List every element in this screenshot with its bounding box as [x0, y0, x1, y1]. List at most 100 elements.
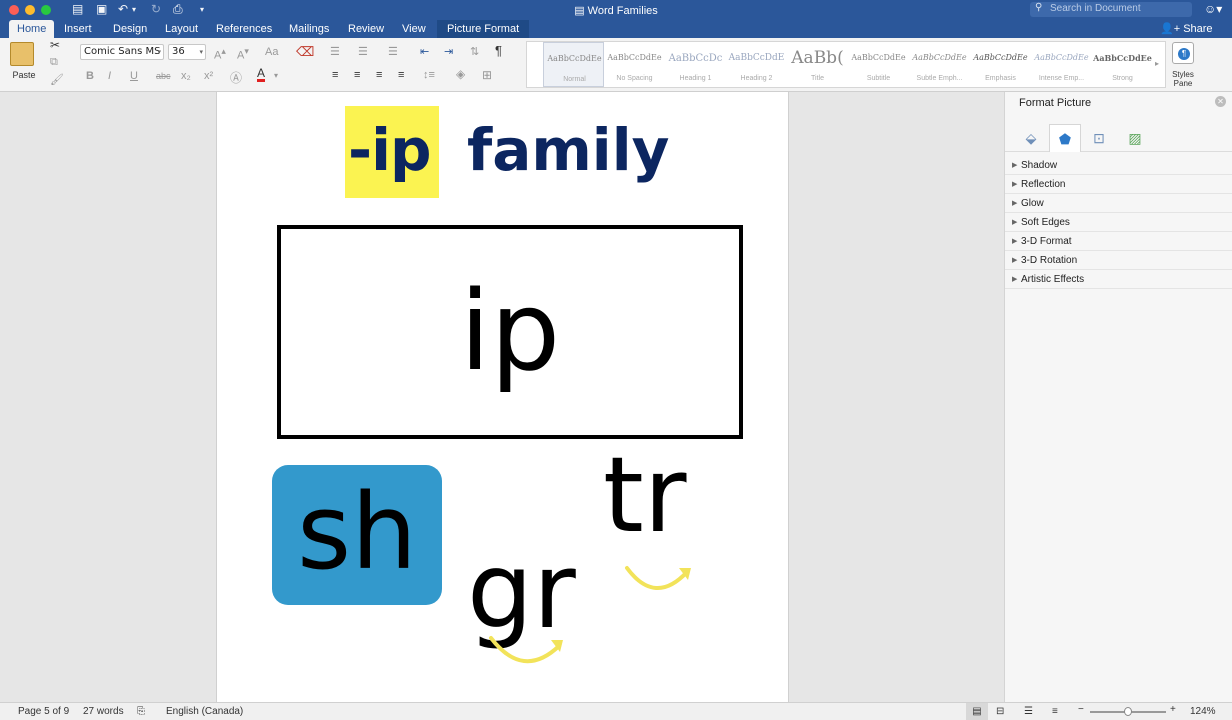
numbering-icon[interactable]: ☰ [358, 45, 368, 58]
tab-view[interactable]: View [394, 20, 434, 38]
italic-icon[interactable]: I [108, 70, 111, 82]
picture-icon[interactable]: ▨ [1119, 124, 1151, 152]
align-left-icon[interactable]: ≡ [332, 69, 338, 81]
undo-dropdown-icon[interactable]: ▾ [132, 5, 136, 14]
shading-icon[interactable]: ◈ [456, 67, 465, 81]
close-window-button[interactable] [9, 5, 19, 15]
blend-text-sh: sh [296, 471, 418, 593]
shrink-font-icon[interactable]: A▾ [237, 46, 249, 62]
style-heading-2[interactable]: AaBbCcDdE Heading 2 [726, 42, 787, 87]
title-highlight-text: -ip [348, 116, 431, 184]
blend-picture-sh[interactable]: sh [272, 465, 442, 605]
tab-review[interactable]: Review [340, 20, 392, 38]
section-artistic-effects[interactable]: ▶ Artistic Effects [1005, 270, 1232, 289]
section-3d-format[interactable]: ▶ 3-D Format [1005, 232, 1232, 251]
section-glow[interactable]: ▶ Glow [1005, 194, 1232, 213]
style-heading-1[interactable]: AaBbCcDc Heading 1 [665, 42, 726, 87]
account-icon[interactable]: ☺▾ [1204, 2, 1224, 17]
align-right-icon[interactable]: ≡ [376, 69, 382, 81]
document-page[interactable]: -ip family ip sh tr gr [216, 92, 789, 702]
zoom-level[interactable]: 124% [1190, 706, 1216, 717]
minimize-window-button[interactable] [25, 5, 35, 15]
increase-indent-icon[interactable]: ⇥ [444, 45, 453, 58]
layout-properties-icon[interactable]: ⊡ [1083, 124, 1115, 152]
outline-view-icon[interactable]: ☰ [1024, 706, 1033, 717]
style-strong[interactable]: AaBbCcDdEe Strong [1092, 42, 1153, 87]
share-button[interactable]: 👤+ Share [1160, 20, 1213, 38]
change-case-icon[interactable]: Aa [265, 46, 278, 58]
subscript-icon[interactable]: x₂ [181, 70, 191, 82]
styles-gallery[interactable]: AaBbCcDdEe Normal AaBbCcDdEe No Spacing … [526, 41, 1166, 88]
tab-picture-format[interactable]: Picture Format [437, 20, 530, 38]
font-color-icon[interactable]: A [257, 67, 266, 82]
tab-mailings[interactable]: Mailings [281, 20, 337, 38]
styles-pane-icon[interactable]: ¶ [1172, 42, 1194, 64]
sort-icon[interactable]: ⇅ [470, 45, 479, 58]
tab-design[interactable]: Design [105, 20, 155, 38]
redo-icon[interactable]: ↻ [151, 2, 161, 16]
decrease-indent-icon[interactable]: ⇤ [420, 45, 429, 58]
style-emphasis[interactable]: AaBbCcDdEe Emphasis [970, 42, 1031, 87]
bullets-icon[interactable]: ☰ [330, 45, 340, 58]
save-icon[interactable]: ▣ [96, 2, 107, 16]
print-icon[interactable]: ⎙ [173, 2, 183, 17]
style-intense-emphasis[interactable]: AaBbCcDdEe Intense Emp... [1031, 42, 1092, 87]
format-painter-icon[interactable]: 🖌 [50, 73, 64, 86]
effects-icon[interactable]: ⬟ [1049, 124, 1081, 152]
copy-icon[interactable]: ⧉ [50, 56, 58, 69]
strikethrough-icon[interactable]: abc [156, 71, 171, 81]
paste-button[interactable]: Paste [8, 70, 40, 80]
align-center-icon[interactable]: ≡ [354, 69, 360, 81]
font-name-select[interactable]: Comic Sans MS ▾ [80, 44, 164, 60]
section-soft-edges[interactable]: ▶ Soft Edges [1005, 213, 1232, 232]
fill-line-icon[interactable]: ⬙ [1015, 124, 1047, 152]
sidebar-toggle-icon[interactable]: ▤ [72, 2, 83, 16]
chevron-down-icon[interactable]: ▾ [274, 71, 278, 80]
show-formatting-icon[interactable]: ¶ [495, 43, 502, 58]
superscript-icon[interactable]: x² [204, 70, 213, 82]
text-effects-icon[interactable]: Ⓐ [230, 69, 242, 86]
zoom-in-icon[interactable]: + [1170, 704, 1176, 715]
style-no-spacing[interactable]: AaBbCcDdEe No Spacing [604, 42, 665, 87]
draft-view-icon[interactable]: ≡ [1052, 706, 1058, 717]
style-subtitle[interactable]: AaBbCcDdEe Subtitle [848, 42, 909, 87]
bold-icon[interactable]: B [86, 70, 94, 82]
customize-toolbar-icon[interactable]: ▾ [200, 5, 204, 14]
web-layout-icon[interactable]: ⊟ [996, 706, 1004, 717]
section-3d-rotation[interactable]: ▶ 3-D Rotation [1005, 251, 1232, 270]
tab-home[interactable]: Home [9, 20, 55, 38]
tab-layout[interactable]: Layout [157, 20, 206, 38]
print-layout-icon[interactable]: ▤ [966, 703, 988, 720]
clipboard-icon[interactable] [10, 42, 34, 66]
tab-insert[interactable]: Insert [56, 20, 100, 38]
section-shadow[interactable]: ▶ Shadow [1005, 156, 1232, 175]
blend-text-tr[interactable]: tr [603, 434, 687, 556]
zoom-window-button[interactable] [41, 5, 51, 15]
cut-icon[interactable]: ✂ [50, 38, 60, 52]
styles-pane-button[interactable]: Styles Pane [1164, 70, 1202, 88]
section-reflection[interactable]: ▶ Reflection [1005, 175, 1232, 194]
word-count[interactable]: 27 words [83, 706, 124, 717]
zoom-out-icon[interactable]: − [1078, 704, 1084, 715]
close-icon[interactable]: ✕ [1215, 96, 1226, 107]
style-subtle-emphasis[interactable]: AaBbCcDdEe Subtle Emph... [909, 42, 970, 87]
page-indicator[interactable]: Page 5 of 9 [18, 706, 69, 717]
proofing-icon[interactable]: ⎘ [137, 706, 145, 717]
multilevel-list-icon[interactable]: ☰ [388, 45, 398, 58]
search-input[interactable]: ⚲ Search in Document [1030, 2, 1192, 17]
gallery-more-icon[interactable]: ▸ [1155, 59, 1159, 68]
tab-references[interactable]: References [208, 20, 280, 38]
word-ending-box[interactable]: ip [277, 225, 743, 439]
style-normal[interactable]: AaBbCcDdEe Normal [543, 42, 604, 87]
zoom-slider-thumb[interactable] [1124, 707, 1132, 716]
line-spacing-icon[interactable]: ↕≡ [423, 69, 435, 81]
underline-icon[interactable]: U [130, 70, 138, 82]
undo-icon[interactable]: ↶ [118, 2, 128, 16]
font-size-select[interactable]: 36 ▾ [168, 44, 206, 60]
clear-formatting-icon[interactable]: ⌫ [296, 44, 314, 60]
grow-font-icon[interactable]: A▴ [214, 46, 226, 62]
justify-icon[interactable]: ≡ [398, 69, 404, 81]
language-indicator[interactable]: English (Canada) [166, 706, 243, 717]
style-title[interactable]: AaBb( Title [787, 42, 848, 87]
borders-icon[interactable]: ⊞ [482, 68, 492, 82]
